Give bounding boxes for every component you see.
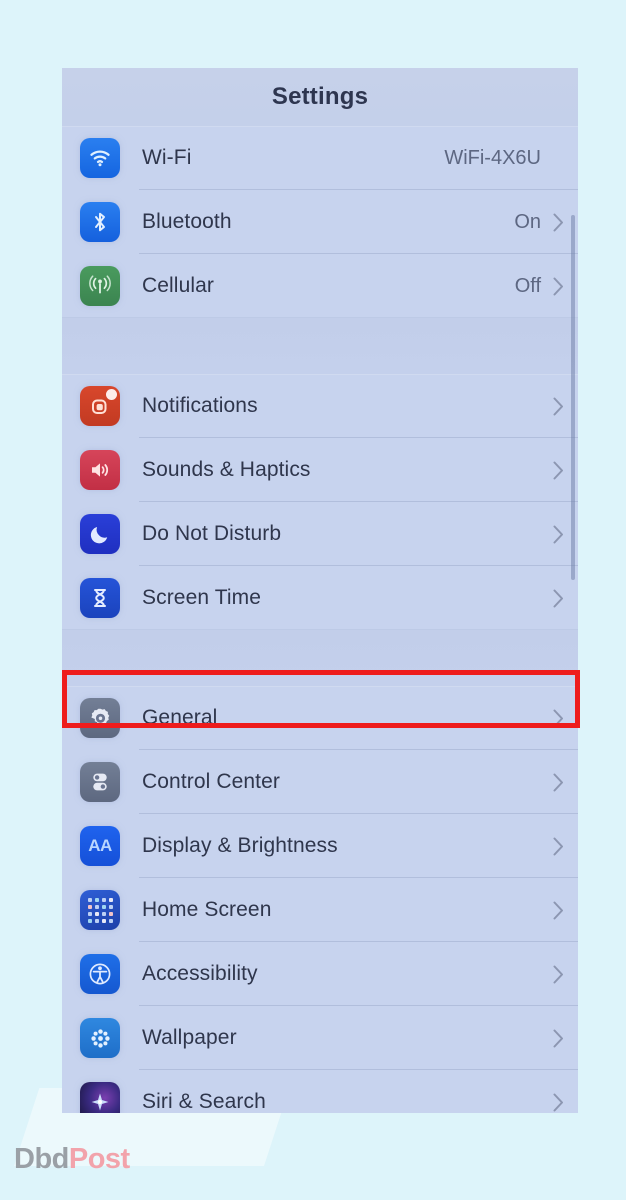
settings-row-label: Control Center — [142, 770, 280, 793]
settings-row-general[interactable]: General — [62, 686, 578, 750]
settings-row-accessibility[interactable]: Accessibility — [62, 942, 578, 1006]
settings-group-connectivity: Wi-Fi WiFi-4X6U Bluetooth On Cellular Of… — [62, 126, 578, 318]
settings-row-wifi[interactable]: Wi-Fi WiFi-4X6U — [62, 126, 578, 190]
settings-group-system: General Control Center AA Display & Brig — [62, 686, 578, 1113]
bluetooth-icon — [80, 202, 120, 242]
settings-row-label: Screen Time — [142, 586, 261, 609]
settings-row-label: Display & Brightness — [142, 834, 338, 857]
chevron-right-icon — [553, 589, 563, 607]
chevron-right-icon — [553, 901, 563, 919]
chevron-right-icon — [553, 277, 563, 295]
navigation-bar: Settings — [62, 68, 578, 126]
sounds-icon — [80, 450, 120, 490]
chevron-right-icon — [553, 837, 563, 855]
home-screen-icon — [80, 890, 120, 930]
settings-row-label: Sounds & Haptics — [142, 458, 311, 481]
settings-row-sounds-haptics[interactable]: Sounds & Haptics — [62, 438, 578, 502]
settings-row-label: Bluetooth — [142, 210, 232, 233]
chevron-right-icon — [553, 709, 563, 727]
watermark-part-1: Dbd — [14, 1143, 69, 1175]
aa-icon: AA — [80, 826, 120, 866]
settings-row-label: Home Screen — [142, 898, 272, 921]
notification-badge — [106, 389, 117, 400]
settings-row-label: General — [142, 706, 218, 729]
settings-row-display-brightness[interactable]: AA Display & Brightness — [62, 814, 578, 878]
watermark-part-2: Post — [68, 1143, 130, 1175]
settings-row-label: Wallpaper — [142, 1026, 237, 1049]
chevron-right-icon — [553, 1029, 563, 1047]
chevron-right-icon — [553, 965, 563, 983]
chevron-right-icon — [553, 461, 563, 479]
settings-row-label: Accessibility — [142, 962, 258, 985]
aa-glyph: AA — [88, 836, 112, 855]
chevron-right-icon — [553, 213, 563, 231]
group-separator — [62, 318, 578, 374]
settings-row-home-screen[interactable]: Home Screen — [62, 878, 578, 942]
settings-row-label: Wi-Fi — [142, 146, 192, 169]
settings-row-label: Do Not Disturb — [142, 522, 282, 545]
app-grid-glyph — [87, 897, 113, 923]
settings-row-notifications[interactable]: Notifications — [62, 374, 578, 438]
settings-row-value: Off — [514, 274, 541, 297]
wifi-icon — [80, 138, 120, 178]
moon-icon — [80, 514, 120, 554]
settings-row-do-not-disturb[interactable]: Do Not Disturb — [62, 502, 578, 566]
notifications-icon — [80, 386, 120, 426]
chevron-right-icon — [553, 149, 564, 168]
chevron-right-icon — [553, 1093, 563, 1111]
accessibility-icon — [80, 954, 120, 994]
settings-row-bluetooth[interactable]: Bluetooth On — [62, 190, 578, 254]
hourglass-icon — [80, 578, 120, 618]
chevron-right-icon — [553, 773, 563, 791]
settings-row-value: On — [514, 210, 541, 233]
siri-icon — [80, 1082, 120, 1113]
settings-row-screen-time[interactable]: Screen Time — [62, 566, 578, 630]
settings-row-wallpaper[interactable]: Wallpaper — [62, 1006, 578, 1070]
settings-row-label: Notifications — [142, 394, 258, 417]
wallpaper-icon — [80, 1018, 120, 1058]
settings-row-label: Cellular — [142, 274, 214, 297]
page-title: Settings — [271, 83, 369, 110]
group-separator — [62, 630, 578, 686]
control-center-icon — [80, 762, 120, 802]
settings-row-label: Siri & Search — [142, 1090, 266, 1113]
settings-row-cellular[interactable]: Cellular Off — [62, 254, 578, 318]
watermark: DbdPost — [14, 1088, 290, 1176]
settings-group-alerts: Notifications Sounds & Haptics Do Not Di… — [62, 374, 578, 630]
phone-screen: Settings Wi-Fi WiFi-4X6U Bluetooth On Ce… — [62, 68, 578, 1113]
chevron-right-icon — [553, 397, 563, 415]
chevron-right-icon — [553, 525, 563, 543]
cellular-icon — [80, 266, 120, 306]
gear-icon — [80, 698, 120, 738]
settings-row-siri-search[interactable]: Siri & Search — [62, 1070, 578, 1113]
settings-row-control-center[interactable]: Control Center — [62, 750, 578, 814]
settings-row-value: WiFi-4X6U — [444, 146, 541, 169]
scrollbar[interactable] — [571, 215, 575, 580]
